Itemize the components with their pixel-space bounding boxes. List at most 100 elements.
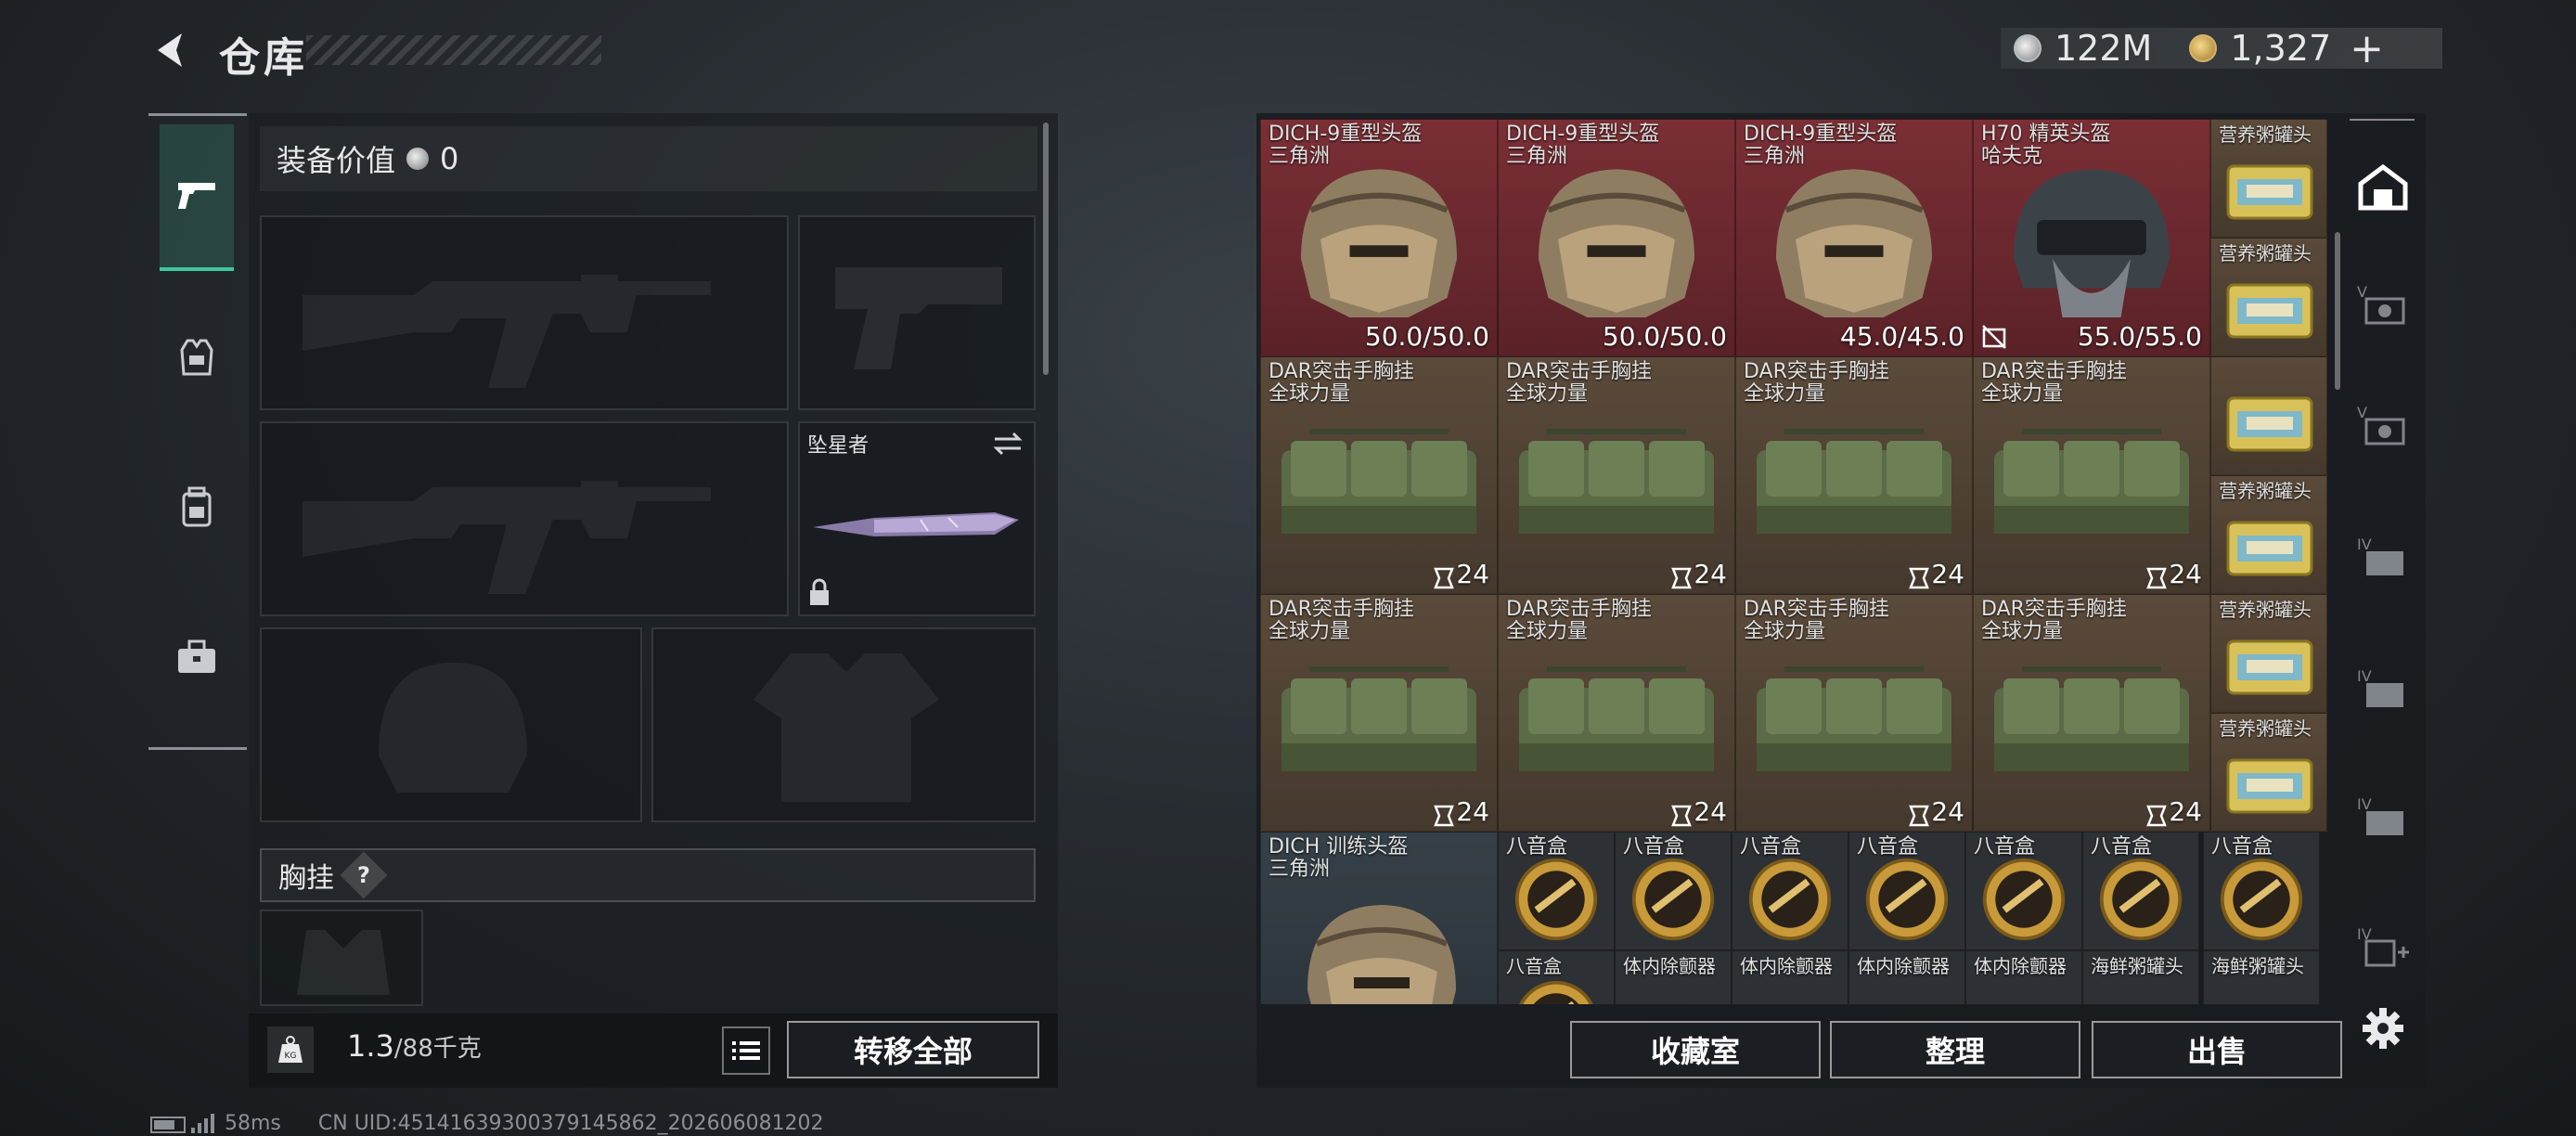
inventory-item-chest-rig[interactable]: DAR突击手胸挂 全球力量 24 bbox=[1735, 594, 1973, 832]
inventory-item[interactable]: 体内除颤器 bbox=[1615, 950, 1732, 1004]
item-brand: 全球力量 bbox=[1744, 382, 1826, 406]
inventory-item-music-box[interactable]: 八音盒 bbox=[1615, 832, 1732, 950]
primary-weapon-slot[interactable] bbox=[260, 215, 789, 410]
storage-v-icon: V bbox=[2357, 283, 2405, 325]
inventory-item-music-box[interactable]: 八音盒 bbox=[2203, 832, 2320, 950]
music-box-icon bbox=[1865, 858, 1949, 941]
chest-rig-slot[interactable] bbox=[260, 910, 423, 1006]
transfer-all-button[interactable]: 转移全部 bbox=[787, 1021, 1039, 1078]
inventory-item-training-helmet[interactable]: DICH 训练头盔 三角洲 bbox=[1260, 832, 1498, 1004]
currency-bar: 122M 1,327 + bbox=[2001, 25, 2442, 72]
item-brand: 全球力量 bbox=[1506, 620, 1589, 643]
inventory-item-can[interactable]: 营养粥罐头 bbox=[2210, 713, 2327, 832]
storage-tabs-scrollbar[interactable] bbox=[2335, 232, 2340, 390]
inventory-item-can[interactable]: 营养粥罐头 bbox=[2210, 238, 2327, 356]
add-currency-button[interactable]: + bbox=[2350, 25, 2384, 72]
music-box-icon bbox=[1519, 980, 1593, 1004]
inventory-item-helmet[interactable]: H70 精英头盔 哈夫克 55.0/55.0 bbox=[1973, 119, 2210, 356]
inventory-item-can[interactable]: 营养粥罐头 bbox=[2210, 594, 2327, 713]
inventory-item[interactable]: 海鲜粥罐头 bbox=[2203, 950, 2320, 1004]
inventory-grid: DICH-9重型头盔 三角洲 50.0/50.0 DICH-9重型头盔 三角洲 50.0/… bbox=[1260, 119, 2327, 1004]
weight-max: /88千克 bbox=[393, 1035, 482, 1063]
gold-amount: 1,327 bbox=[2230, 28, 2332, 69]
inventory-item-music-box[interactable]: 八音盒 bbox=[1732, 832, 1848, 950]
capacity-icon bbox=[1909, 567, 1929, 589]
storage-page-iv-3[interactable]: IV bbox=[2355, 789, 2411, 845]
inventory-item-chest-rig[interactable]: DAR突击手胸挂 全球力量 24 bbox=[1260, 356, 1498, 594]
inventory-item[interactable]: 体内除颤器 bbox=[1965, 950, 2082, 1004]
inventory-item-chest-rig[interactable]: DAR突击手胸挂 全球力量 24 bbox=[1973, 356, 2210, 594]
inventory-item[interactable]: 体内除颤器 bbox=[1848, 950, 1965, 1004]
helmet-slot[interactable] bbox=[260, 627, 642, 822]
inventory-item-helmet[interactable]: DICH-9重型头盔 三角洲 45.0/45.0 bbox=[1735, 119, 1973, 356]
list-view-button[interactable] bbox=[722, 1026, 770, 1075]
inventory-item[interactable]: 八音盒 bbox=[1498, 950, 1615, 1004]
inventory-item-music-box[interactable]: 八音盒 bbox=[1965, 832, 2082, 950]
inventory-item-music-box[interactable]: 八音盒 bbox=[2082, 832, 2199, 950]
status-bar: 58ms CN UID:45141639300379145862_2026060… bbox=[150, 1112, 824, 1135]
sidearm-slot[interactable] bbox=[798, 215, 1036, 410]
weapon-tab[interactable] bbox=[160, 124, 234, 271]
item-name: DAR突击手胸挂 bbox=[1981, 360, 2127, 383]
back-button[interactable] bbox=[147, 26, 195, 74]
silver-amount: 122M bbox=[2054, 28, 2153, 69]
body-armor-slot[interactable] bbox=[651, 627, 1036, 822]
chest-rig-icon bbox=[1757, 429, 1951, 534]
storage-page-v-1[interactable]: V bbox=[2355, 277, 2411, 332]
organize-button[interactable]: 整理 bbox=[1830, 1021, 2080, 1078]
warehouse-icon bbox=[2358, 163, 2408, 211]
chest-rig-icon bbox=[1519, 666, 1714, 771]
storage-page-iv-2[interactable]: IV bbox=[2355, 661, 2411, 716]
svg-text:IV: IV bbox=[2357, 536, 2372, 553]
item-name: DAR突击手胸挂 bbox=[1981, 598, 2127, 621]
equipment-scrollbar[interactable] bbox=[1043, 123, 1049, 375]
inventory-item-chest-rig[interactable]: DAR突击手胸挂 全球力量 24 bbox=[1498, 356, 1735, 594]
inventory-item-helmet[interactable]: DICH-9重型头盔 三角洲 50.0/50.0 bbox=[1498, 119, 1735, 356]
inventory-item-chest-rig[interactable]: DAR突击手胸挂 全球力量 24 bbox=[1735, 356, 1973, 594]
food-can-icon bbox=[2226, 758, 2313, 814]
silver-coin-icon bbox=[406, 148, 430, 170]
item-name: H70 精英头盔 bbox=[1981, 123, 2111, 146]
item-name: DAR突击手胸挂 bbox=[1506, 360, 1652, 383]
settings-button[interactable] bbox=[2357, 1002, 2409, 1054]
inventory-item-can[interactable]: 营养粥罐头 bbox=[2210, 119, 2327, 238]
inventory-item-music-box[interactable]: 八音盒 bbox=[1848, 832, 1965, 950]
sell-button[interactable]: 出售 bbox=[2092, 1021, 2342, 1078]
user-uid: CN UID:45141639300379145862_202606081202 bbox=[317, 1112, 824, 1135]
music-box-icon bbox=[1748, 858, 1832, 941]
inventory-item-can[interactable] bbox=[2210, 356, 2327, 475]
item-name: 体内除颤器 bbox=[1623, 955, 1716, 977]
inventory-item-chest-rig[interactable]: DAR突击手胸挂 全球力量 24 bbox=[1973, 594, 2210, 832]
food-can-icon bbox=[2226, 639, 2313, 695]
chest-rig-label: 胸挂 bbox=[278, 862, 334, 895]
storage-page-iv-1[interactable]: IV bbox=[2355, 529, 2411, 585]
inventory-item-can[interactable]: 营养粥罐头 bbox=[2210, 475, 2327, 594]
inventory-item-helmet[interactable]: DICH-9重型头盔 三角洲 50.0/50.0 bbox=[1260, 119, 1498, 356]
svg-text:IV: IV bbox=[2357, 667, 2372, 685]
gold-coin-icon bbox=[2189, 34, 2218, 62]
inventory-item[interactable]: 体内除颤器 bbox=[1732, 950, 1848, 1004]
case-tab[interactable] bbox=[160, 585, 234, 731]
inventory-item-chest-rig[interactable]: DAR突击手胸挂 全球力量 24 bbox=[1260, 594, 1498, 832]
armor-tab[interactable] bbox=[160, 284, 234, 431]
inventory-item[interactable]: 海鲜粥罐头 bbox=[2082, 950, 2199, 1004]
item-name: 营养粥罐头 bbox=[2219, 123, 2312, 146]
swap-icon[interactable] bbox=[991, 431, 1024, 457]
melee-slot[interactable]: 坠星者 bbox=[798, 421, 1036, 616]
storage-page-v-2[interactable]: V bbox=[2355, 397, 2411, 453]
collection-room-button[interactable]: 收藏室 bbox=[1570, 1021, 1821, 1078]
item-name: 八音盒 bbox=[1506, 955, 1562, 977]
add-storage-page[interactable]: IV bbox=[2355, 919, 2411, 975]
inventory-item-music-box[interactable]: 八音盒 bbox=[1498, 832, 1615, 950]
gear-icon bbox=[2363, 1008, 2403, 1049]
backpack-tab[interactable] bbox=[160, 434, 234, 581]
equipment-value-bar: 装备价值 0 bbox=[260, 126, 1037, 191]
inventory-item-chest-rig[interactable]: DAR突击手胸挂 全球力量 24 bbox=[1498, 594, 1735, 832]
help-button[interactable]: ? bbox=[340, 851, 388, 899]
item-icon bbox=[1629, 977, 1718, 1004]
carry-weight: 1.3/88千克 bbox=[347, 1028, 482, 1064]
secondary-weapon-slot[interactable] bbox=[260, 421, 789, 616]
silver-coin-icon bbox=[2014, 34, 2041, 62]
item-name: DICH-9重型头盔 bbox=[1269, 123, 1423, 146]
storage-home-tab[interactable] bbox=[2355, 160, 2411, 215]
